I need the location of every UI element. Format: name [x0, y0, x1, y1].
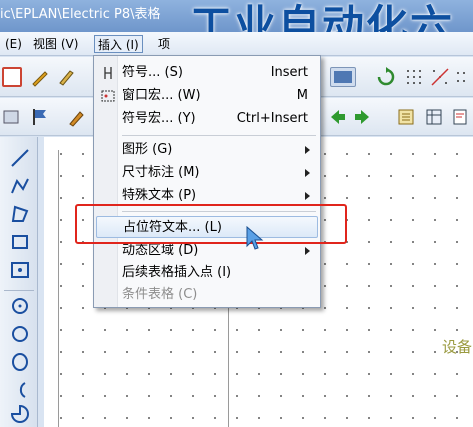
- toolbar-report-icon[interactable]: [450, 107, 470, 127]
- arc-tool-icon[interactable]: [9, 379, 31, 401]
- menu-view[interactable]: 视图 (V): [30, 35, 81, 53]
- submenu-arrow-icon: [305, 192, 310, 200]
- window-macro-icon: [101, 90, 115, 102]
- submenu-arrow-icon: [305, 169, 310, 177]
- text-frame-tool-icon[interactable]: [9, 259, 31, 281]
- menu-item-conditional-table: 条件表格 (C): [122, 287, 198, 302]
- toolbar-flag-icon[interactable]: [30, 107, 50, 127]
- menu-item-window-macro[interactable]: 窗口宏... (W) M: [96, 85, 318, 107]
- submenu-arrow-icon: [305, 247, 310, 255]
- mouse-cursor-icon: [246, 226, 264, 250]
- menu-item-follow-table-insert-point[interactable]: 后续表格插入点 (I): [96, 262, 318, 284]
- drawing-toolbar: [0, 137, 38, 427]
- rectangle-tool-icon[interactable]: [9, 231, 31, 253]
- toolbar-snap-icon[interactable]: [430, 67, 450, 87]
- highlight-annotation-box: [75, 204, 347, 244]
- menu-item-symbol-macro[interactable]: 符号宏... (Y) Ctrl+Insert: [96, 108, 318, 130]
- menu-separator: [122, 135, 316, 136]
- menu-edit[interactable]: (E): [2, 35, 25, 53]
- menu-item-graphics[interactable]: 图形 (G): [96, 139, 318, 161]
- toolbar-separator: [4, 290, 34, 291]
- circle-tool-icon[interactable]: [9, 323, 31, 345]
- ellipse-tool-icon[interactable]: [9, 351, 31, 373]
- submenu-arrow-icon: [305, 146, 310, 154]
- toolbar-table-icon[interactable]: [424, 107, 444, 127]
- toolbar-dots-icon[interactable]: [454, 67, 473, 87]
- toolbar-list-icon[interactable]: [396, 107, 416, 127]
- device-label: 设备: [442, 338, 473, 356]
- menu-item-dimension[interactable]: 尺寸标注 (M): [96, 162, 318, 184]
- menu-bar: (E) 视图 (V) 插入 (I) 项: [0, 32, 473, 56]
- toolbar-macro-icon[interactable]: [2, 107, 22, 127]
- sector-tool-icon[interactable]: [9, 403, 31, 425]
- polyline-tool-icon[interactable]: [9, 175, 31, 197]
- toolbar-brush-icon[interactable]: [56, 67, 76, 87]
- toolbar-pen-icon[interactable]: [30, 67, 50, 87]
- insert-menu-dropdown: 符号... (S) Insert 窗口宏... (W) M 符号宏... (Y)…: [93, 55, 321, 308]
- symbol-icon: [104, 67, 112, 79]
- toolbar-arrow-right-icon[interactable]: [352, 107, 372, 127]
- menu-project[interactable]: 项: [155, 35, 173, 53]
- toolbar-edit-icon[interactable]: [66, 107, 86, 127]
- toolbar-grid-icon[interactable]: [404, 67, 424, 87]
- menu-item-symbol[interactable]: 符号... (S) Insert: [96, 62, 318, 84]
- form-column-line: [228, 300, 229, 427]
- circle-center-tool-icon[interactable]: [9, 295, 31, 317]
- toolbar-arrow-left-icon[interactable]: [328, 107, 348, 127]
- toolbar-refresh-icon[interactable]: [376, 67, 396, 87]
- polygon-tool-icon[interactable]: [9, 203, 31, 225]
- menu-insert[interactable]: 插入 (I): [94, 35, 143, 53]
- window-title: ic\EPLAN\Electric P8\表格: [0, 7, 161, 22]
- toolbar-window-icon[interactable]: [330, 67, 356, 87]
- line-tool-icon[interactable]: [9, 147, 31, 169]
- toolbar-new-icon[interactable]: [2, 67, 22, 87]
- form-border-line: [58, 150, 59, 427]
